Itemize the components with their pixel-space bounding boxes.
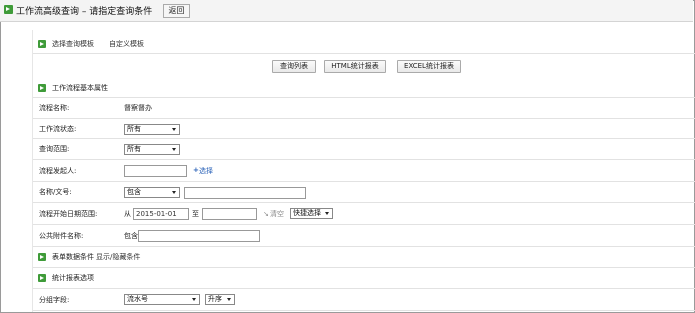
chevron-down-icon <box>172 191 176 194</box>
status-label: 工作流状态: <box>39 125 77 133</box>
attachment-input[interactable] <box>138 230 260 242</box>
chevron-down-icon <box>172 128 176 131</box>
name-input[interactable] <box>184 187 306 199</box>
query-list-button[interactable]: 查询列表 <box>272 60 316 73</box>
group-field-select[interactable]: 流水号 <box>124 294 200 305</box>
stats-section-header: 统计报表选项 <box>33 268 695 289</box>
back-button[interactable]: 返回 <box>163 4 190 18</box>
query-form: 选择查询模板 自定义模板 查询列表 HTML统计报表 EXCEL统计报表 工作流… <box>32 30 695 312</box>
chevron-down-icon <box>227 298 231 301</box>
initiator-select-link[interactable]: 选择 <box>199 167 213 176</box>
arrow-right-icon <box>38 84 46 92</box>
page-title: 工作流高级查询 – 请指定查询条件 <box>16 7 153 17</box>
start-date-row: 流程开始日期范围: 从 至 ↘ 清空 快捷选择 <box>33 203 695 225</box>
initiator-row: 流程发起人: + 选择 <box>33 160 695 182</box>
title-bar: 工作流高级查询 – 请指定查询条件 返回 <box>0 0 693 22</box>
arrow-right-icon <box>38 274 46 282</box>
name-match-select[interactable]: 包含 <box>124 187 180 198</box>
arrow-right-icon <box>4 5 13 14</box>
scope-row: 查询范围: 所有 <box>33 139 695 160</box>
action-row: 查询列表 HTML统计报表 EXCEL统计报表 <box>33 54 695 78</box>
name-label: 名称/文号: <box>39 188 72 196</box>
scope-label: 查询范围: <box>39 145 70 153</box>
group-field-value: 流水号 <box>127 295 148 303</box>
clear-icon: ↘ <box>263 210 269 218</box>
group-row: 分组字段: 流水号 升序 <box>33 289 695 311</box>
from-date-input[interactable] <box>133 208 189 220</box>
chevron-down-icon <box>325 212 329 215</box>
html-report-button[interactable]: HTML统计报表 <box>324 60 386 73</box>
to-date-input[interactable] <box>202 208 257 220</box>
group-label: 分组字段: <box>39 296 70 304</box>
sort-order-value: 升序 <box>208 295 222 303</box>
flow-name-value: 督察督办 <box>124 104 152 112</box>
name-match-value: 包含 <box>127 188 141 196</box>
toggle-conditions-link[interactable]: 显示/隐藏条件 <box>96 253 140 262</box>
chevron-down-icon <box>192 298 196 301</box>
quick-select[interactable]: 快捷选择 <box>290 208 333 219</box>
scope-select[interactable]: 所有 <box>124 144 180 155</box>
initiator-input[interactable] <box>124 165 187 177</box>
status-select[interactable]: 所有 <box>124 124 180 135</box>
arrow-right-icon <box>38 40 46 48</box>
attachment-match: 包含 <box>124 232 138 240</box>
stats-section-title: 统计报表选项 <box>52 274 94 282</box>
form-conditions-row: 表单数据条件 显示/隐藏条件 <box>33 247 695 268</box>
scope-select-value: 所有 <box>127 145 141 153</box>
basic-section-header: 工作流程基本属性 <box>33 78 695 98</box>
basic-section-title: 工作流程基本属性 <box>52 84 108 92</box>
select-template-link[interactable]: 选择查询模板 <box>52 40 94 49</box>
form-conditions-title: 表单数据条件 <box>52 253 94 261</box>
attachment-label: 公共附件名称: <box>39 232 84 240</box>
attachment-row: 公共附件名称: 包含 <box>33 225 695 247</box>
sort-order-select[interactable]: 升序 <box>205 294 235 305</box>
custom-template-link[interactable]: 自定义模板 <box>109 40 144 49</box>
start-date-label: 流程开始日期范围: <box>39 210 98 218</box>
status-row: 工作流状态: 所有 <box>33 119 695 139</box>
flow-name-row: 流程名称: 督察督办 <box>33 98 695 119</box>
chevron-down-icon <box>172 148 176 151</box>
status-select-value: 所有 <box>127 125 141 133</box>
from-label: 从 <box>124 210 131 218</box>
name-row: 名称/文号: 包含 <box>33 182 695 203</box>
to-label: 至 <box>192 210 199 218</box>
plus-icon: + <box>193 166 199 174</box>
clear-link[interactable]: 清空 <box>270 210 284 219</box>
quick-select-value: 快捷选择 <box>293 209 321 217</box>
excel-report-button[interactable]: EXCEL统计报表 <box>397 60 461 73</box>
template-row: 选择查询模板 自定义模板 <box>33 30 695 54</box>
arrow-right-icon <box>38 253 46 261</box>
initiator-label: 流程发起人: <box>39 167 77 175</box>
flow-name-label: 流程名称: <box>39 104 70 112</box>
